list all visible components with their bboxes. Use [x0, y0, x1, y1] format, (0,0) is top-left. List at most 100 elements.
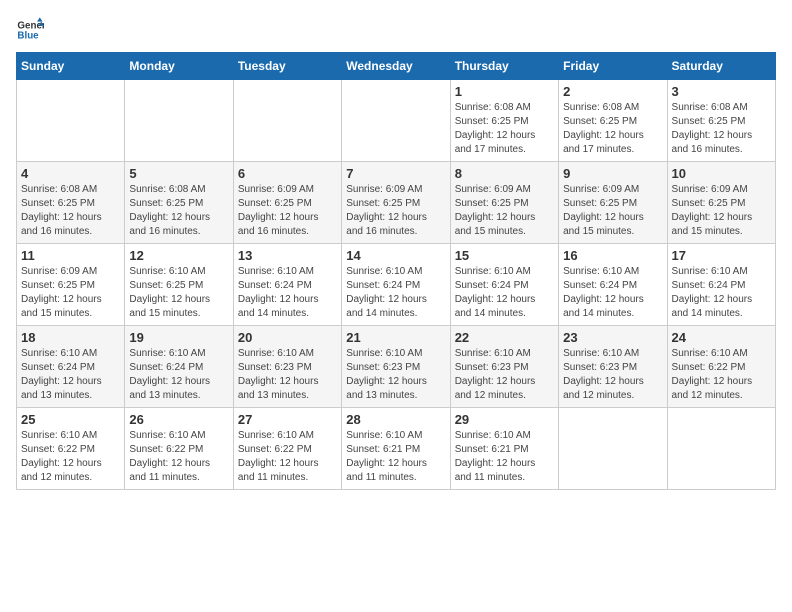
day-info: Sunrise: 6:10 AM Sunset: 6:22 PM Dayligh… [238, 429, 337, 485]
day-info: Sunrise: 6:10 AM Sunset: 6:23 PM Dayligh… [238, 347, 337, 403]
day-info: Sunrise: 6:10 AM Sunset: 6:22 PM Dayligh… [129, 429, 228, 485]
calendar-week: 1Sunrise: 6:08 AM Sunset: 6:25 PM Daylig… [17, 80, 776, 162]
day-number: 15 [455, 248, 554, 263]
day-info: Sunrise: 6:10 AM Sunset: 6:24 PM Dayligh… [563, 265, 662, 321]
calendar-cell: 2 Sunrise: 6:08 AM Sunset: 6:25 PM Daylig… [559, 80, 667, 162]
calendar-cell: 6 Sunrise: 6:09 AM Sunset: 6:25 PM Daylig… [233, 162, 341, 244]
calendar-cell: 11 Sunrise: 6:09 AM Sunset: 6:25 PM Dayli… [17, 244, 125, 326]
day-number: 7 [346, 166, 445, 181]
day-number: 6 [238, 166, 337, 181]
day-number: 14 [346, 248, 445, 263]
calendar-week: 4 Sunrise: 6:08 AM Sunset: 6:25 PM Daylig… [17, 162, 776, 244]
day-info: Sunrise: 6:10 AM Sunset: 6:24 PM Dayligh… [238, 265, 337, 321]
day-info: Sunrise: 6:09 AM Sunset: 6:25 PM Dayligh… [455, 183, 554, 239]
day-info: Sunrise: 6:09 AM Sunset: 6:25 PM Dayligh… [21, 265, 120, 321]
header-day: Tuesday [233, 53, 341, 80]
day-info: Sunrise: 6:09 AM Sunset: 6:25 PM Dayligh… [238, 183, 337, 239]
day-number: 23 [563, 330, 662, 345]
day-info: Sunrise: 6:10 AM Sunset: 6:23 PM Dayligh… [455, 347, 554, 403]
day-number: 16 [563, 248, 662, 263]
calendar-cell: 27 Sunrise: 6:10 AM Sunset: 6:22 PM Dayli… [233, 408, 341, 490]
day-number: 4 [21, 166, 120, 181]
day-info: Sunrise: 6:09 AM Sunset: 6:25 PM Dayligh… [672, 183, 771, 239]
calendar-cell: 7 Sunrise: 6:09 AM Sunset: 6:25 PM Daylig… [342, 162, 450, 244]
calendar-cell: 24 Sunrise: 6:10 AM Sunset: 6:22 PM Dayli… [667, 326, 775, 408]
header-day: Sunday [17, 53, 125, 80]
header-row: SundayMondayTuesdayWednesdayThursdayFrid… [17, 53, 776, 80]
day-number: 3 [672, 84, 771, 99]
day-info: Sunrise: 6:10 AM Sunset: 6:22 PM Dayligh… [21, 429, 120, 485]
calendar-cell: 1Sunrise: 6:08 AM Sunset: 6:25 PM Daylig… [450, 80, 558, 162]
day-info: Sunrise: 6:08 AM Sunset: 6:25 PM Dayligh… [672, 101, 771, 157]
day-number: 2 [563, 84, 662, 99]
day-info: Sunrise: 6:10 AM Sunset: 6:22 PM Dayligh… [672, 347, 771, 403]
day-info: Sunrise: 6:08 AM Sunset: 6:25 PM Dayligh… [563, 101, 662, 157]
calendar-week: 25 Sunrise: 6:10 AM Sunset: 6:22 PM Dayli… [17, 408, 776, 490]
day-number: 22 [455, 330, 554, 345]
calendar-cell: 21 Sunrise: 6:10 AM Sunset: 6:23 PM Dayli… [342, 326, 450, 408]
calendar-cell [233, 80, 341, 162]
day-info: Sunrise: 6:10 AM Sunset: 6:24 PM Dayligh… [455, 265, 554, 321]
calendar-cell: 16 Sunrise: 6:10 AM Sunset: 6:24 PM Dayli… [559, 244, 667, 326]
calendar-cell: 20 Sunrise: 6:10 AM Sunset: 6:23 PM Dayli… [233, 326, 341, 408]
day-number: 17 [672, 248, 771, 263]
calendar-cell: 19Sunrise: 6:10 AM Sunset: 6:24 PM Dayli… [125, 326, 233, 408]
day-info: Sunrise: 6:09 AM Sunset: 6:25 PM Dayligh… [563, 183, 662, 239]
calendar-cell [559, 408, 667, 490]
calendar-cell: 10 Sunrise: 6:09 AM Sunset: 6:25 PM Dayli… [667, 162, 775, 244]
day-info: Sunrise: 6:10 AM Sunset: 6:24 PM Dayligh… [346, 265, 445, 321]
calendar-cell [17, 80, 125, 162]
day-info: Sunrise: 6:08 AM Sunset: 6:25 PM Dayligh… [455, 101, 554, 157]
day-number: 10 [672, 166, 771, 181]
logo-icon: General Blue [16, 16, 44, 44]
day-info: Sunrise: 6:10 AM Sunset: 6:21 PM Dayligh… [346, 429, 445, 485]
header-day: Friday [559, 53, 667, 80]
calendar-week: 11 Sunrise: 6:09 AM Sunset: 6:25 PM Dayli… [17, 244, 776, 326]
calendar-cell: 17 Sunrise: 6:10 AM Sunset: 6:24 PM Dayli… [667, 244, 775, 326]
calendar-cell: 9 Sunrise: 6:09 AM Sunset: 6:25 PM Daylig… [559, 162, 667, 244]
day-number: 11 [21, 248, 120, 263]
calendar-cell: 25 Sunrise: 6:10 AM Sunset: 6:22 PM Dayli… [17, 408, 125, 490]
day-number: 21 [346, 330, 445, 345]
page-header: General Blue [16, 16, 776, 44]
day-info: Sunrise: 6:10 AM Sunset: 6:23 PM Dayligh… [563, 347, 662, 403]
calendar-cell: 18 Sunrise: 6:10 AM Sunset: 6:24 PM Dayli… [17, 326, 125, 408]
calendar-table: SundayMondayTuesdayWednesdayThursdayFrid… [16, 52, 776, 490]
day-number: 24 [672, 330, 771, 345]
day-number: 12 [129, 248, 228, 263]
svg-text:Blue: Blue [17, 30, 39, 41]
day-number: 8 [455, 166, 554, 181]
day-number: 27 [238, 412, 337, 427]
calendar-cell: 14 Sunrise: 6:10 AM Sunset: 6:24 PM Dayli… [342, 244, 450, 326]
day-number: 25 [21, 412, 120, 427]
calendar-cell: 26 Sunrise: 6:10 AM Sunset: 6:22 PM Dayli… [125, 408, 233, 490]
day-number: 29 [455, 412, 554, 427]
day-number: 19 [129, 330, 228, 345]
header-day: Thursday [450, 53, 558, 80]
calendar-cell: 22 Sunrise: 6:10 AM Sunset: 6:23 PM Dayli… [450, 326, 558, 408]
header-day: Saturday [667, 53, 775, 80]
calendar-cell: 3 Sunrise: 6:08 AM Sunset: 6:25 PM Daylig… [667, 80, 775, 162]
day-info: Sunrise: 6:09 AM Sunset: 6:25 PM Dayligh… [346, 183, 445, 239]
calendar-cell: 5Sunrise: 6:08 AM Sunset: 6:25 PM Daylig… [125, 162, 233, 244]
day-info: Sunrise: 6:10 AM Sunset: 6:24 PM Dayligh… [672, 265, 771, 321]
calendar-cell: 4 Sunrise: 6:08 AM Sunset: 6:25 PM Daylig… [17, 162, 125, 244]
day-info: Sunrise: 6:08 AM Sunset: 6:25 PM Dayligh… [21, 183, 120, 239]
day-info: Sunrise: 6:10 AM Sunset: 6:23 PM Dayligh… [346, 347, 445, 403]
logo: General Blue [16, 16, 48, 44]
day-number: 9 [563, 166, 662, 181]
day-number: 28 [346, 412, 445, 427]
calendar-cell: 15 Sunrise: 6:10 AM Sunset: 6:24 PM Dayli… [450, 244, 558, 326]
calendar-cell: 29Sunrise: 6:10 AM Sunset: 6:21 PM Dayli… [450, 408, 558, 490]
calendar-cell [125, 80, 233, 162]
header-day: Wednesday [342, 53, 450, 80]
day-number: 18 [21, 330, 120, 345]
calendar-cell: 13Sunrise: 6:10 AM Sunset: 6:24 PM Dayli… [233, 244, 341, 326]
day-number: 20 [238, 330, 337, 345]
day-info: Sunrise: 6:10 AM Sunset: 6:24 PM Dayligh… [21, 347, 120, 403]
day-info: Sunrise: 6:10 AM Sunset: 6:25 PM Dayligh… [129, 265, 228, 321]
calendar-cell [667, 408, 775, 490]
day-number: 5 [129, 166, 228, 181]
calendar-cell: 23 Sunrise: 6:10 AM Sunset: 6:23 PM Dayli… [559, 326, 667, 408]
day-number: 26 [129, 412, 228, 427]
